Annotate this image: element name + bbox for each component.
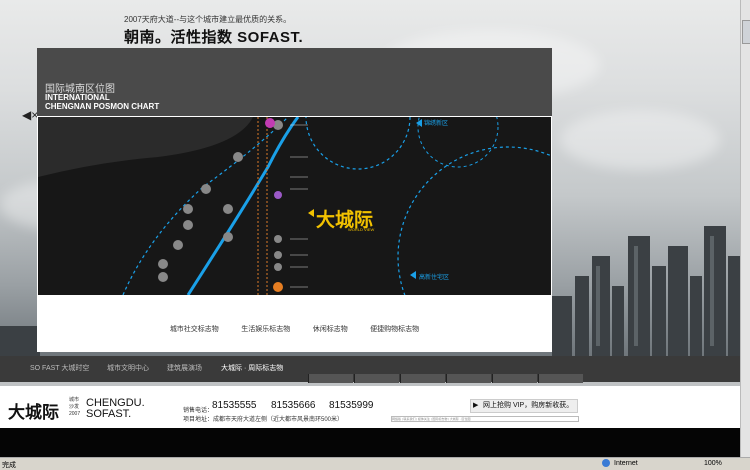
nav-strip-segment[interactable] [492,374,537,383]
status-zone: Internet [614,460,638,467]
phone-label: 销售电话： [183,408,214,414]
play-icon: ▶ [473,402,479,409]
logo-sub-line: 沙发 [69,404,80,410]
footer-logo-sub: 城市 沙发 2007 [69,397,80,418]
footer-small-links[interactable]: 网络版 | 联系我们 | 媒体关注 | 国际标志物 | 大城际 · 区位图 [391,416,579,422]
zoom-level[interactable]: 100% [704,460,722,467]
nav-strip-segment[interactable] [354,374,399,383]
project-address: 项目地址：成都市天府大道左侧（近大都市风景南环500米） [183,417,344,423]
link-leisure[interactable]: 休闲标志物 [313,324,348,334]
logo-en-line: SOFAST. [86,408,132,420]
back-arrow-icon[interactable]: ◀× [22,108,38,122]
link-life-entertainment[interactable]: 生活娱乐标志物 [241,324,290,334]
globe-icon [602,459,610,467]
footer-logo-en: CHENGDU. SOFAST. [86,398,145,420]
location-map[interactable]: 大城际 WORLD VIEW 锦绣新区 高新住宅区 [38,117,551,295]
phone-number: 81535999 [329,400,374,411]
footer-logo-cn: 大城际 [8,403,59,422]
header-tagline: 2007天府大道--与这个城市建立最优质的关系。 [124,15,292,24]
cloud [560,110,720,170]
vip-button[interactable]: ▶ 网上抢购 VIP，购房新收获。 [470,399,578,413]
panel-header: 国际城南区位图 INTERNATIONAL CHENGNAN POSMON CH… [37,48,552,116]
panel-link-row: 城市社交标志物 生活娱乐标志物 休闲标志物 便捷购物标志物 [37,318,552,336]
nav-strip-segment[interactable] [538,374,583,383]
map-label-right-mid: 高新住宅区 [419,275,450,281]
phone-number: 81535555 [212,400,257,411]
nav-tab-strip [308,374,586,383]
map-label-right-top: 锦绣新区 [424,121,449,127]
bottom-black-band [0,428,750,457]
nav-strip-segment[interactable] [308,374,353,383]
phone-number: 81535666 [271,400,316,411]
vertical-scrollbar[interactable] [740,0,750,457]
location-panel: 国际城南区位图 INTERNATIONAL CHENGNAN POSMON CH… [37,48,552,352]
panel-title-en-1: INTERNATIONAL [45,93,110,102]
panel-title-en-2: CHENGNAN POSMON CHART [45,102,160,111]
map-brand-sub: WORLD VIEW [348,227,375,232]
logo-sub-line: 城市 [69,397,80,403]
nav-tab-landmarks[interactable]: 大城际 · 周际标志物 [221,363,283,373]
logo-sub-line: 2007 [69,411,81,417]
nav-tab-architecture[interactable]: 建筑展演场 [167,363,202,373]
nav-strip-segment[interactable] [446,374,491,383]
nav-tab-sofast[interactable]: SO FAST 大城时空 [30,363,89,373]
link-city-social[interactable]: 城市社交标志物 [170,324,219,334]
browser-status-bar: 完成 Internet 100% [0,457,750,470]
header-headline: 朝南。活性指数 SOFAST. [124,29,304,46]
nav-tab-civic-center[interactable]: 城市文明中心 [107,363,149,373]
scrollbar-thumb[interactable] [742,20,750,44]
vip-button-label: 网上抢购 VIP，购房新收获。 [483,402,574,409]
map-graphic [38,117,551,295]
link-shopping[interactable]: 便捷购物标志物 [370,324,419,334]
nav-strip-segment[interactable] [400,374,445,383]
footer: 大城际 城市 沙发 2007 CHENGDU. SOFAST. 销售电话： 81… [0,386,750,428]
